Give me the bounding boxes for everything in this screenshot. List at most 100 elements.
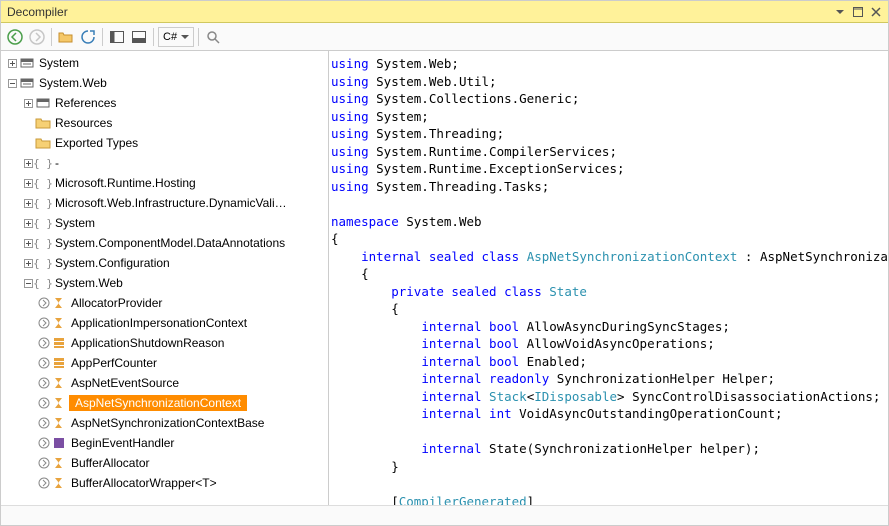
chevron-icon[interactable] — [37, 357, 51, 369]
tree-node[interactable]: BufferAllocator — [1, 453, 328, 473]
delegate-icon — [51, 435, 67, 451]
tree-label: AspNetSynchronizationContextBase — [69, 416, 266, 430]
tree-node[interactable]: AppPerfCounter — [1, 353, 328, 373]
tree-label: System.Web — [37, 76, 109, 90]
dropdown-icon[interactable] — [832, 5, 848, 19]
tree-label: System.Web — [53, 276, 125, 290]
tree-node[interactable]: AspNetEventSource — [1, 373, 328, 393]
tree-label: ApplicationShutdownReason — [69, 336, 226, 350]
tree-node[interactable]: { }System.Configuration — [1, 253, 328, 273]
close-icon[interactable] — [868, 5, 884, 19]
tree-node[interactable]: References — [1, 93, 328, 113]
tree-label: - — [53, 156, 61, 170]
tree-label: System.ComponentModel.DataAnnotations — [53, 236, 287, 250]
window-button-1[interactable] — [107, 27, 127, 47]
tree-node[interactable]: AspNetSynchronizationContext — [1, 393, 328, 413]
chevron-icon[interactable] — [37, 377, 51, 389]
chevron-icon[interactable] — [37, 317, 51, 329]
tree-panel[interactable]: System System.Web References Resources Expor… — [1, 51, 329, 505]
class-icon — [51, 375, 67, 391]
ns-icon: { } — [35, 175, 51, 191]
window-button-2[interactable] — [129, 27, 149, 47]
enum-icon — [51, 355, 67, 371]
tree-node[interactable]: System.Web — [1, 73, 328, 93]
language-label: C# — [163, 31, 177, 43]
ns-icon: { } — [35, 195, 51, 211]
tree-label: Resources — [53, 116, 114, 130]
tree-node[interactable]: { }Microsoft.Web.Infrastructure.DynamicV… — [1, 193, 328, 213]
ns-icon: { } — [35, 275, 51, 291]
tree-node[interactable]: AspNetSynchronizationContextBase — [1, 413, 328, 433]
separator — [153, 28, 154, 46]
folder-icon — [35, 135, 51, 151]
search-button[interactable] — [203, 27, 223, 47]
separator — [198, 28, 199, 46]
chevron-icon[interactable] — [37, 477, 51, 489]
tree-label: System — [53, 216, 97, 230]
chevron-icon[interactable] — [37, 437, 51, 449]
open-button[interactable] — [56, 27, 76, 47]
tree-node[interactable]: ApplicationShutdownReason — [1, 333, 328, 353]
expand-icon[interactable] — [5, 79, 19, 88]
tree-label: AspNetSynchronizationContext — [69, 395, 247, 411]
tree-label: AppPerfCounter — [69, 356, 159, 370]
expand-icon[interactable] — [5, 59, 19, 68]
tree-label: ApplicationImpersonationContext — [69, 316, 249, 330]
ns-icon: { } — [35, 235, 51, 251]
ns-icon: { } — [35, 155, 51, 171]
tree-node[interactable]: System — [1, 53, 328, 73]
class-icon — [51, 475, 67, 491]
tree-label: BeginEventHandler — [69, 436, 176, 450]
tree-node[interactable]: ApplicationImpersonationContext — [1, 313, 328, 333]
tree-node[interactable]: { }System.ComponentModel.DataAnnotations — [1, 233, 328, 253]
ns-icon: { } — [35, 255, 51, 271]
tree-node[interactable]: { }Microsoft.Runtime.Hosting — [1, 173, 328, 193]
expand-icon[interactable] — [21, 99, 35, 108]
code-panel[interactable]: using System.Web; using System.Web.Util;… — [329, 51, 888, 505]
chevron-icon[interactable] — [37, 397, 51, 409]
tree-label: System — [37, 56, 81, 70]
tree-node[interactable]: { }System — [1, 213, 328, 233]
back-button[interactable] — [5, 27, 25, 47]
tree-label: References — [53, 96, 118, 110]
class-icon — [51, 395, 67, 411]
forward-button[interactable] — [27, 27, 47, 47]
window-title: Decompiler — [5, 5, 830, 19]
tree-label: Microsoft.Runtime.Hosting — [53, 176, 198, 190]
tree-node[interactable]: { }System.Web — [1, 273, 328, 293]
refresh-button[interactable] — [78, 27, 98, 47]
tree-node[interactable]: Exported Types — [1, 133, 328, 153]
tree-label: System.Configuration — [53, 256, 172, 270]
class-icon — [51, 455, 67, 471]
chevron-icon[interactable] — [37, 417, 51, 429]
separator — [102, 28, 103, 46]
tree-label: AspNetEventSource — [69, 376, 181, 390]
toolbar: C# — [1, 23, 888, 51]
class-icon — [51, 415, 67, 431]
tree-label: BufferAllocator — [69, 456, 152, 470]
class-icon — [51, 315, 67, 331]
asm-icon — [19, 75, 35, 91]
chevron-icon[interactable] — [37, 337, 51, 349]
class-icon — [51, 295, 67, 311]
enum-icon — [51, 335, 67, 351]
tree-label: Microsoft.Web.Infrastructure.DynamicVali… — [53, 196, 289, 210]
tree-label: AllocatorProvider — [69, 296, 164, 310]
language-selector[interactable]: C# — [158, 27, 194, 47]
tree-node[interactable]: AllocatorProvider — [1, 293, 328, 313]
tree-label: Exported Types — [53, 136, 140, 150]
chevron-icon[interactable] — [37, 297, 51, 309]
tree-node[interactable]: Resources — [1, 113, 328, 133]
ref-icon — [35, 95, 51, 111]
tree-node[interactable]: BeginEventHandler — [1, 433, 328, 453]
titlebar: Decompiler — [1, 1, 888, 23]
tree-node[interactable]: { }- — [1, 153, 328, 173]
maximize-icon[interactable] — [850, 5, 866, 19]
ns-icon: { } — [35, 215, 51, 231]
footer — [1, 505, 888, 525]
tree-node[interactable]: BufferAllocatorWrapper<T> — [1, 473, 328, 493]
asm-icon — [19, 55, 35, 71]
folder-icon — [35, 115, 51, 131]
chevron-icon[interactable] — [37, 457, 51, 469]
separator — [51, 28, 52, 46]
